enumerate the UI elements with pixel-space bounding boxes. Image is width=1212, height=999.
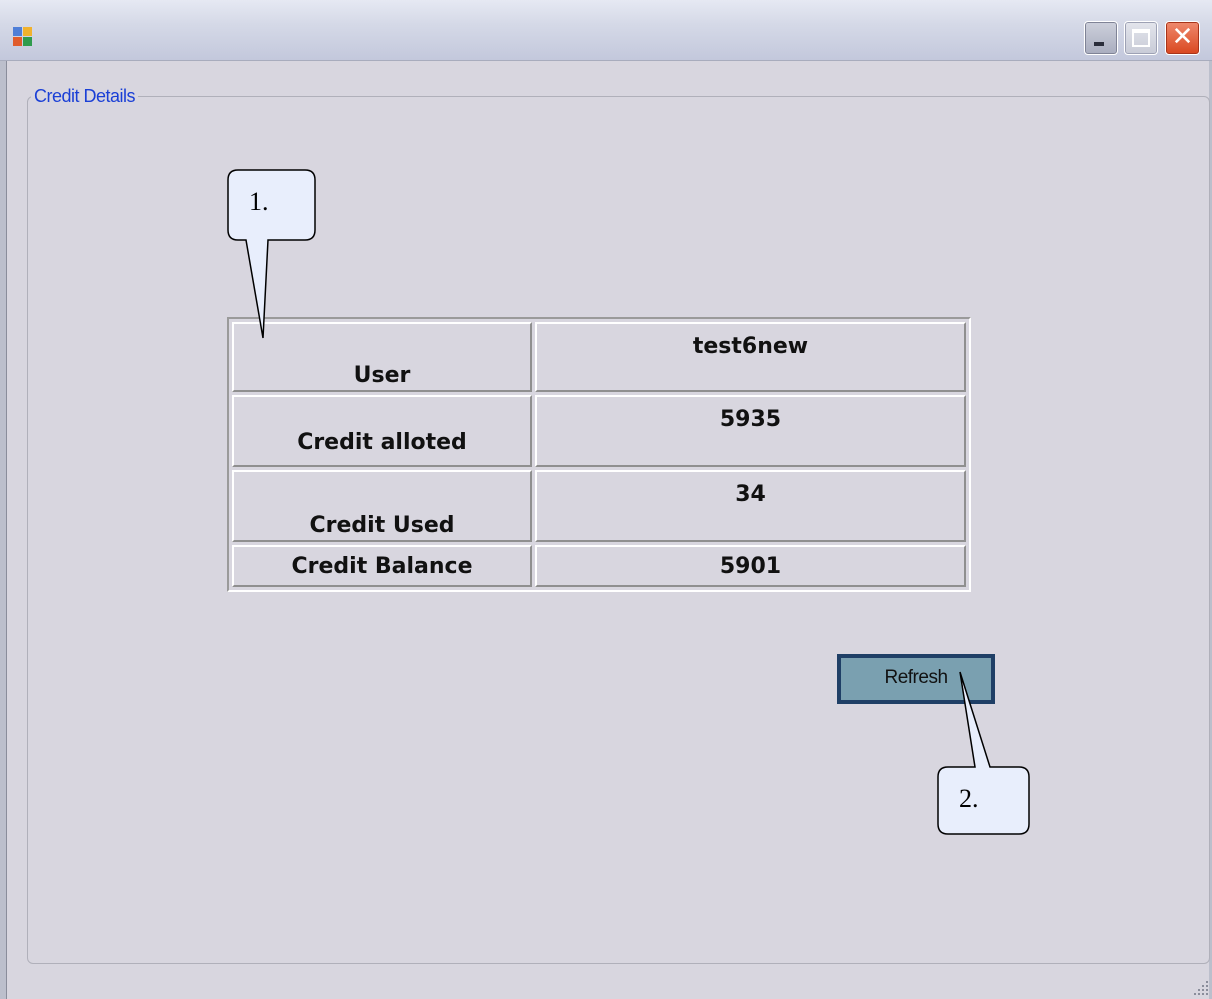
minimize-icon[interactable] — [1084, 21, 1118, 55]
maximize-icon[interactable] — [1124, 21, 1158, 55]
resize-grip-icon[interactable] — [1194, 981, 1208, 995]
table-row: Credit alloted 5935 — [232, 395, 966, 467]
refresh-button[interactable]: Refresh — [837, 654, 995, 704]
table-row: Credit Balance 5901 — [232, 545, 966, 587]
callout-2-label: 2. — [959, 784, 979, 813]
user-value: test6new — [535, 322, 966, 392]
app-window: ✕ Credit Details User test6new Credit al… — [0, 0, 1212, 999]
credit-alloted-label: Credit alloted — [232, 395, 532, 467]
close-icon[interactable]: ✕ — [1165, 21, 1200, 55]
callout-1-label: 1. — [249, 187, 269, 216]
app-icon — [13, 27, 33, 47]
credit-alloted-value: 5935 — [535, 395, 966, 467]
credit-balance-label: Credit Balance — [232, 545, 532, 587]
title-bar[interactable]: ✕ — [0, 0, 1212, 61]
credit-table: User test6new Credit alloted 5935 Credit… — [227, 317, 971, 592]
credit-balance-value: 5901 — [535, 545, 966, 587]
table-row: Credit Used 34 — [232, 470, 966, 542]
table-row: User test6new — [232, 322, 966, 392]
groupbox-title: Credit Details — [31, 86, 139, 107]
window-left-border — [0, 61, 7, 999]
user-label: User — [232, 322, 532, 392]
credit-used-value: 34 — [535, 470, 966, 542]
credit-used-label: Credit Used — [232, 470, 532, 542]
